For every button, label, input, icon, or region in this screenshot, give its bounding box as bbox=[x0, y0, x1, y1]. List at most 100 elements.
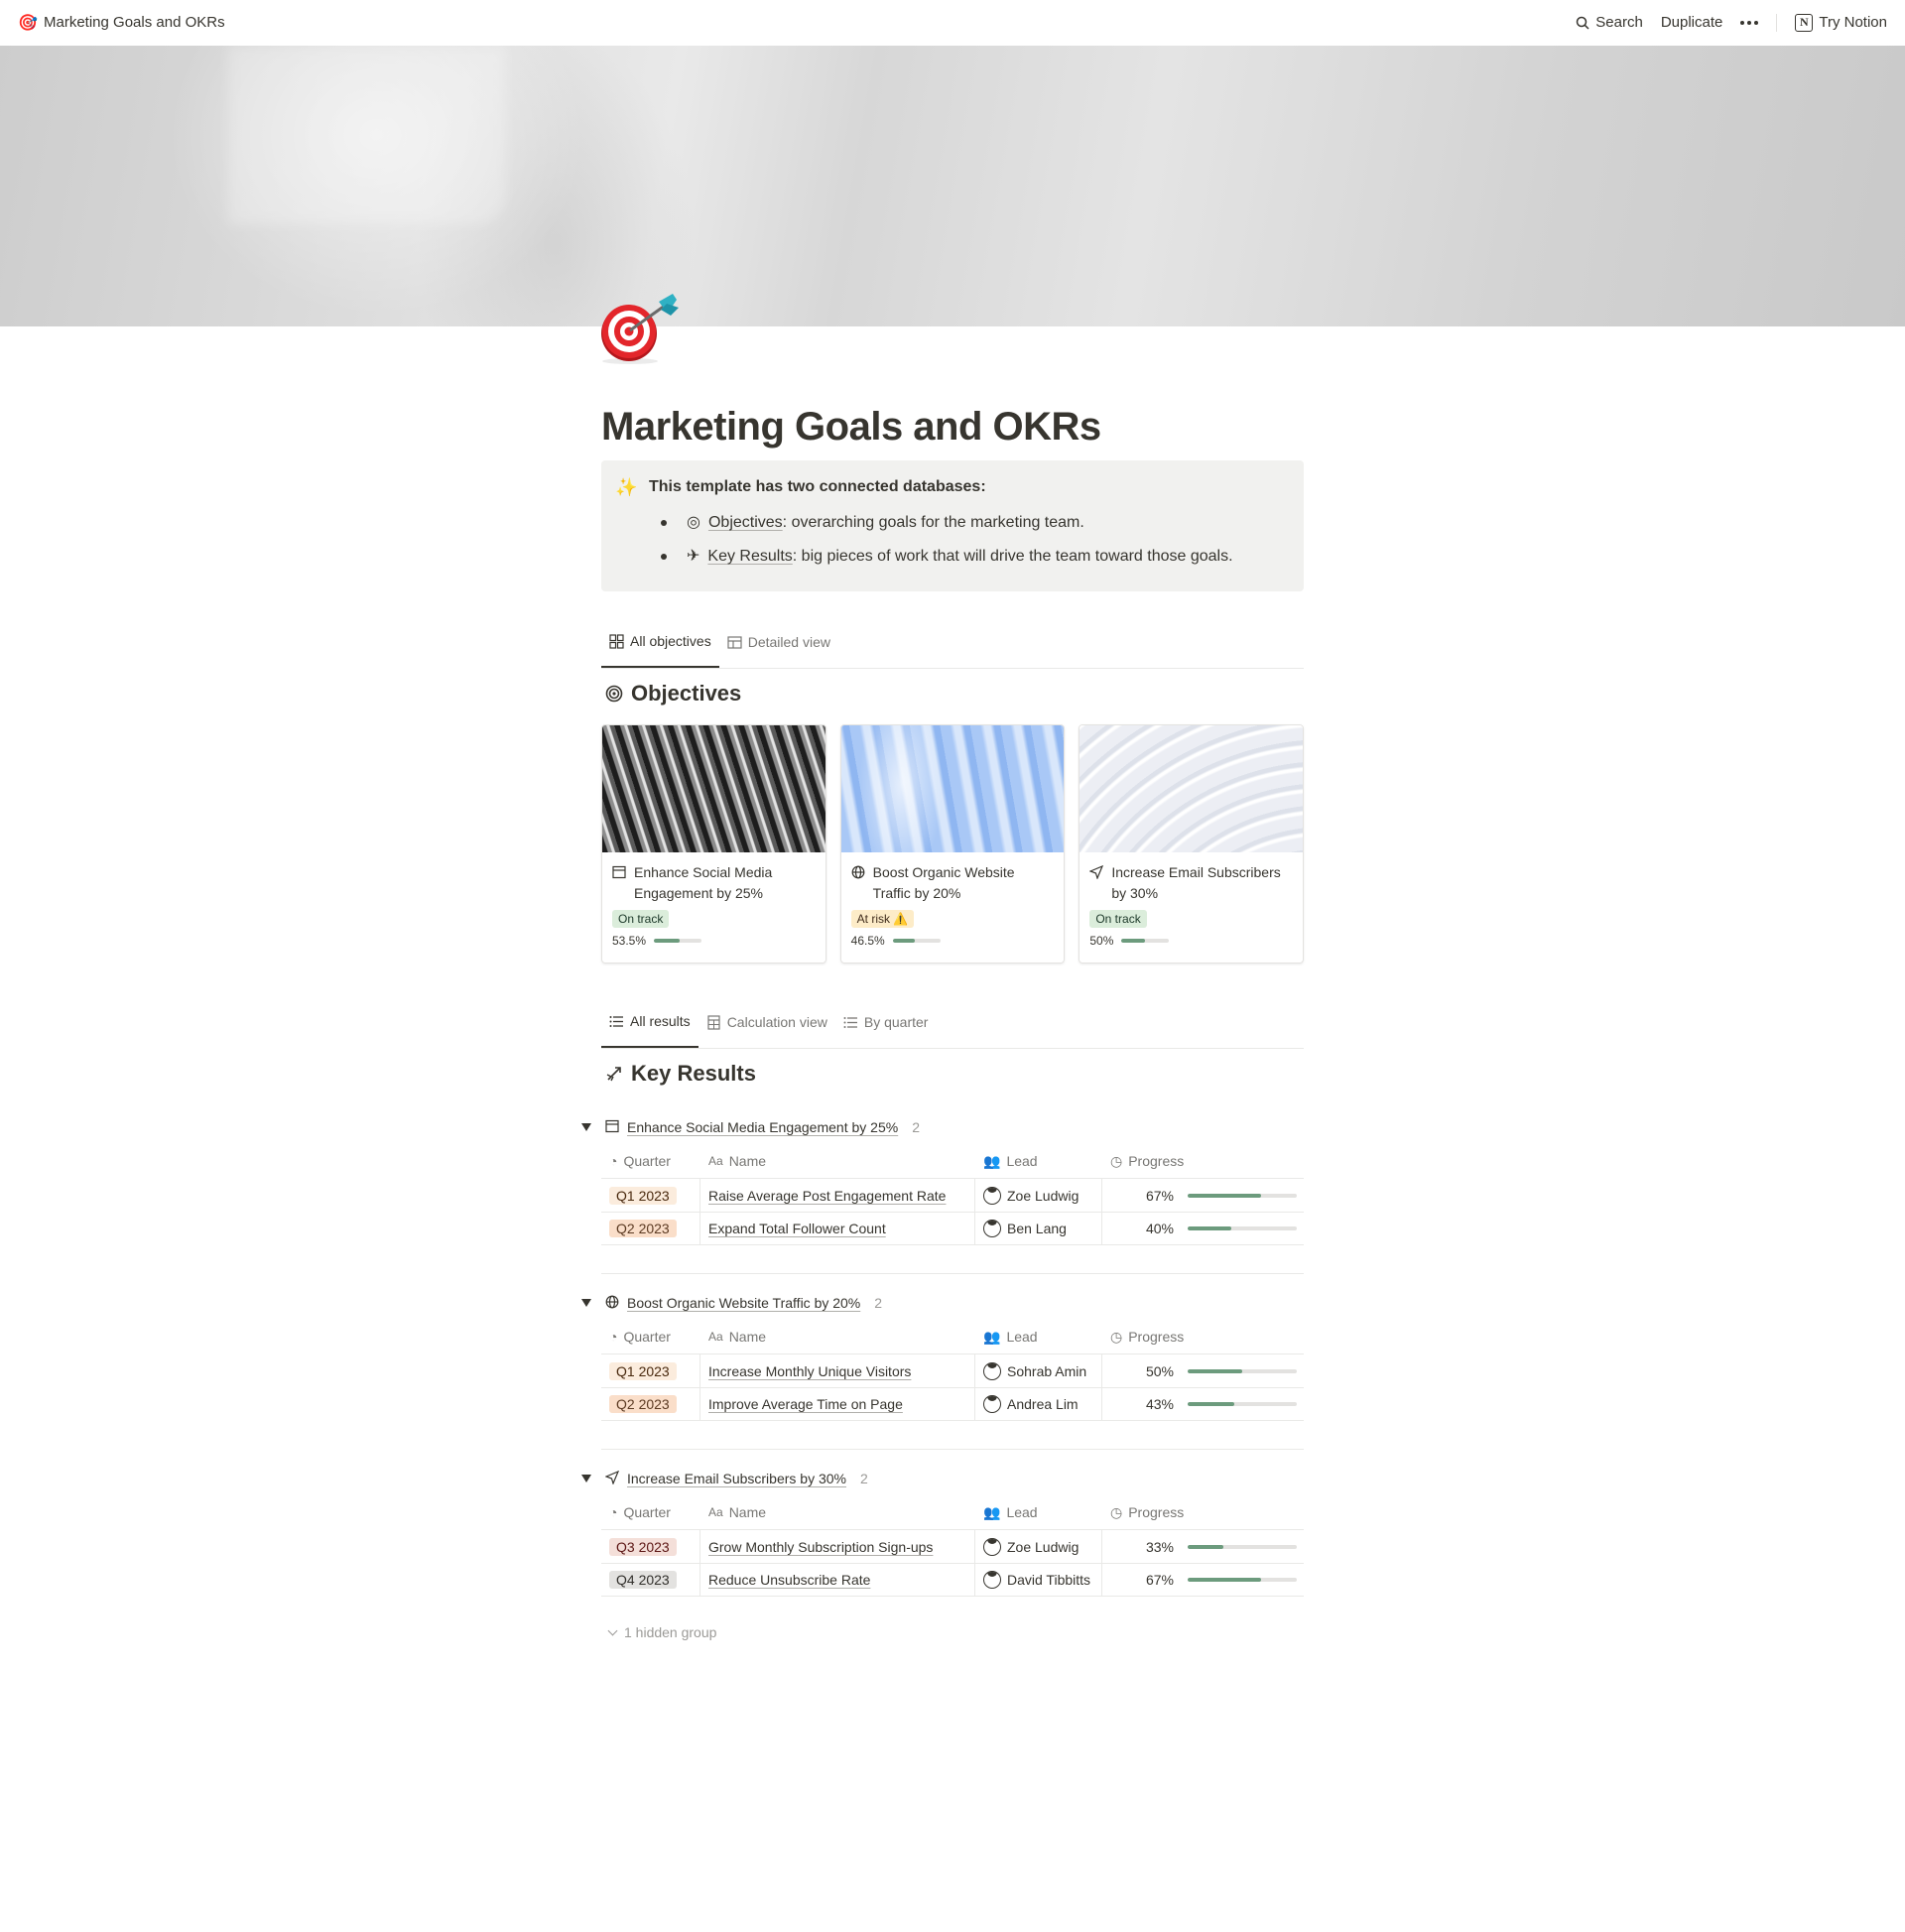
card-title: Increase Email Subscribers by 30% bbox=[1111, 864, 1281, 901]
table-row[interactable]: Q2 2023 Improve Average Time on Page And… bbox=[601, 1387, 1304, 1421]
search-button[interactable]: Search bbox=[1576, 14, 1643, 31]
callout-heading: This template has two connected database… bbox=[649, 478, 986, 495]
column-header-quarter[interactable]: Quarter bbox=[623, 1329, 670, 1345]
lead-name[interactable]: Zoe Ludwig bbox=[1007, 1188, 1079, 1204]
tab-label: Detailed view bbox=[747, 634, 830, 650]
column-header-lead[interactable]: Lead bbox=[1006, 1153, 1037, 1169]
progress-label: 50% bbox=[1145, 1362, 1174, 1379]
send-icon bbox=[1088, 862, 1105, 904]
column-header-name[interactable]: Name bbox=[729, 1153, 766, 1169]
search-icon bbox=[1577, 16, 1589, 30]
objective-card[interactable]: Increase Email Subscribers by 30% On tra… bbox=[1079, 724, 1305, 964]
formula-icon: ◷ bbox=[1110, 1152, 1123, 1169]
table-row[interactable]: Q3 2023 Grow Monthly Subscription Sign-u… bbox=[601, 1529, 1304, 1563]
callout-item-objectives: ◎ Objectives: overarching goals for the … bbox=[649, 506, 1233, 540]
duplicate-button[interactable]: Duplicate bbox=[1661, 14, 1723, 31]
result-name[interactable]: Grow Monthly Subscription Sign-ups bbox=[708, 1539, 933, 1555]
page-title[interactable]: Marketing Goals and OKRs bbox=[601, 397, 1304, 456]
quarter-badge[interactable]: Q2 2023 bbox=[609, 1220, 677, 1237]
tab-calculation-view[interactable]: Calculation view bbox=[698, 1006, 835, 1048]
lead-name[interactable]: Ben Lang bbox=[1007, 1221, 1067, 1236]
group-header[interactable]: Enhance Social Media Engagement by 25% 2 bbox=[581, 1110, 1304, 1144]
caret-down-icon[interactable] bbox=[581, 1475, 591, 1482]
dart-icon bbox=[606, 1067, 621, 1082]
people-icon: 👥 bbox=[983, 1328, 1001, 1345]
try-notion-button[interactable]: N Try Notion bbox=[1795, 13, 1887, 32]
column-header-quarter[interactable]: Quarter bbox=[623, 1504, 670, 1520]
tab-all-results[interactable]: All results bbox=[601, 1006, 698, 1048]
lead-name[interactable]: Andrea Lim bbox=[1007, 1396, 1079, 1412]
quarter-badge[interactable]: Q1 2023 bbox=[609, 1186, 677, 1205]
group-header[interactable]: Increase Email Subscribers by 30% 2 bbox=[581, 1462, 1304, 1495]
group-title[interactable]: Boost Organic Website Traffic by 20% bbox=[627, 1295, 860, 1311]
objectives-heading[interactable]: Objectives bbox=[601, 669, 1304, 718]
quarter-badge[interactable]: Q3 2023 bbox=[609, 1537, 677, 1556]
column-header-lead[interactable]: Lead bbox=[1006, 1329, 1037, 1345]
tab-by-quarter[interactable]: By quarter bbox=[835, 1006, 937, 1048]
avatar bbox=[983, 1571, 1001, 1589]
result-name[interactable]: Raise Average Post Engagement Rate bbox=[708, 1188, 946, 1204]
result-name[interactable]: Improve Average Time on Page bbox=[708, 1396, 903, 1412]
key-results-link[interactable]: Key Results bbox=[707, 548, 792, 565]
lead-name[interactable]: Zoe Ludwig bbox=[1007, 1539, 1079, 1555]
caret-down-icon[interactable] bbox=[581, 1299, 591, 1307]
tab-detailed-view[interactable]: Detailed view bbox=[719, 626, 838, 668]
column-header-progress[interactable]: Progress bbox=[1128, 1329, 1184, 1345]
objectives-link[interactable]: Objectives bbox=[708, 514, 783, 531]
key-results-heading[interactable]: Key Results bbox=[601, 1049, 1304, 1098]
column-header-progress[interactable]: Progress bbox=[1128, 1153, 1184, 1169]
group-title[interactable]: Increase Email Subscribers by 30% bbox=[627, 1471, 846, 1486]
notion-logo-icon: N bbox=[1795, 13, 1814, 32]
key-results-group: Enhance Social Media Engagement by 25% 2… bbox=[581, 1110, 1304, 1245]
objectives-title: Objectives bbox=[631, 681, 742, 706]
table-row[interactable]: Q4 2023 Reduce Unsubscribe Rate David Ti… bbox=[601, 1563, 1304, 1597]
card-cover-image bbox=[602, 725, 826, 852]
result-name[interactable]: Reduce Unsubscribe Rate bbox=[708, 1572, 870, 1588]
status-column-icon: ◔ bbox=[609, 1504, 618, 1520]
column-header-quarter[interactable]: Quarter bbox=[623, 1153, 670, 1169]
objective-card[interactable]: Enhance Social Media Engagement by 25% O… bbox=[601, 724, 826, 964]
dart-icon: ✈ bbox=[687, 548, 700, 565]
progress-bar bbox=[654, 939, 702, 943]
quarter-badge[interactable]: Q4 2023 bbox=[609, 1571, 677, 1589]
table-header: ◔ Quarter Aa Name 👥 Lead ◷ Progress bbox=[601, 1320, 1304, 1353]
progress-label: 33% bbox=[1145, 1538, 1174, 1555]
callout-item-text: : overarching goals for the marketing te… bbox=[782, 514, 1084, 531]
objective-card[interactable]: Boost Organic Website Traffic by 20% At … bbox=[839, 724, 1066, 964]
column-header-lead[interactable]: Lead bbox=[1006, 1504, 1037, 1520]
more-options-icon[interactable] bbox=[1740, 20, 1759, 25]
table-row[interactable]: Q2 2023 Expand Total Follower Count Ben … bbox=[601, 1212, 1304, 1245]
chevron-down-icon bbox=[607, 1625, 618, 1635]
status-column-icon: ◔ bbox=[609, 1329, 618, 1345]
group-title[interactable]: Enhance Social Media Engagement by 25% bbox=[627, 1119, 898, 1135]
breadcrumb[interactable]: 🎯 Marketing Goals and OKRs bbox=[18, 13, 225, 33]
key-results-group: Boost Organic Website Traffic by 20% 2 ◔… bbox=[581, 1273, 1304, 1421]
page-content: Marketing Goals and OKRs ✨ This template… bbox=[581, 397, 1305, 1640]
quarter-badge[interactable]: Q2 2023 bbox=[609, 1395, 677, 1413]
card-title: Enhance Social Media Engagement by 25% bbox=[634, 864, 773, 901]
column-header-name[interactable]: Name bbox=[729, 1504, 766, 1520]
card-title: Boost Organic Website Traffic by 20% bbox=[872, 864, 1015, 901]
column-header-name[interactable]: Name bbox=[729, 1329, 766, 1345]
result-name[interactable]: Increase Monthly Unique Visitors bbox=[708, 1363, 911, 1379]
bullet bbox=[661, 520, 667, 526]
column-header-progress[interactable]: Progress bbox=[1128, 1504, 1184, 1520]
result-name[interactable]: Expand Total Follower Count bbox=[708, 1221, 886, 1236]
table-row[interactable]: Q1 2023 Increase Monthly Unique Visitors… bbox=[601, 1353, 1304, 1387]
quarter-badge[interactable]: Q1 2023 bbox=[609, 1361, 677, 1380]
avatar bbox=[983, 1537, 1001, 1556]
tab-all-objectives[interactable]: All objectives bbox=[601, 626, 719, 668]
send-icon bbox=[604, 1470, 620, 1487]
bullet bbox=[661, 554, 667, 560]
hidden-group-toggle[interactable]: 1 hidden group bbox=[601, 1624, 1304, 1640]
caret-down-icon[interactable] bbox=[581, 1123, 591, 1131]
dart-target-icon[interactable] bbox=[599, 294, 683, 365]
lead-name[interactable]: Sohrab Amin bbox=[1007, 1363, 1086, 1379]
list-icon bbox=[843, 1016, 857, 1028]
lead-name[interactable]: David Tibbitts bbox=[1007, 1572, 1090, 1588]
sparkles-icon: ✨ bbox=[615, 477, 638, 497]
table-row[interactable]: Q1 2023 Raise Average Post Engagement Ra… bbox=[601, 1178, 1304, 1212]
group-header[interactable]: Boost Organic Website Traffic by 20% 2 bbox=[581, 1286, 1304, 1320]
progress-bar bbox=[1121, 939, 1170, 943]
objectives-view-tabs: All objectives Detailed view bbox=[601, 627, 1304, 669]
